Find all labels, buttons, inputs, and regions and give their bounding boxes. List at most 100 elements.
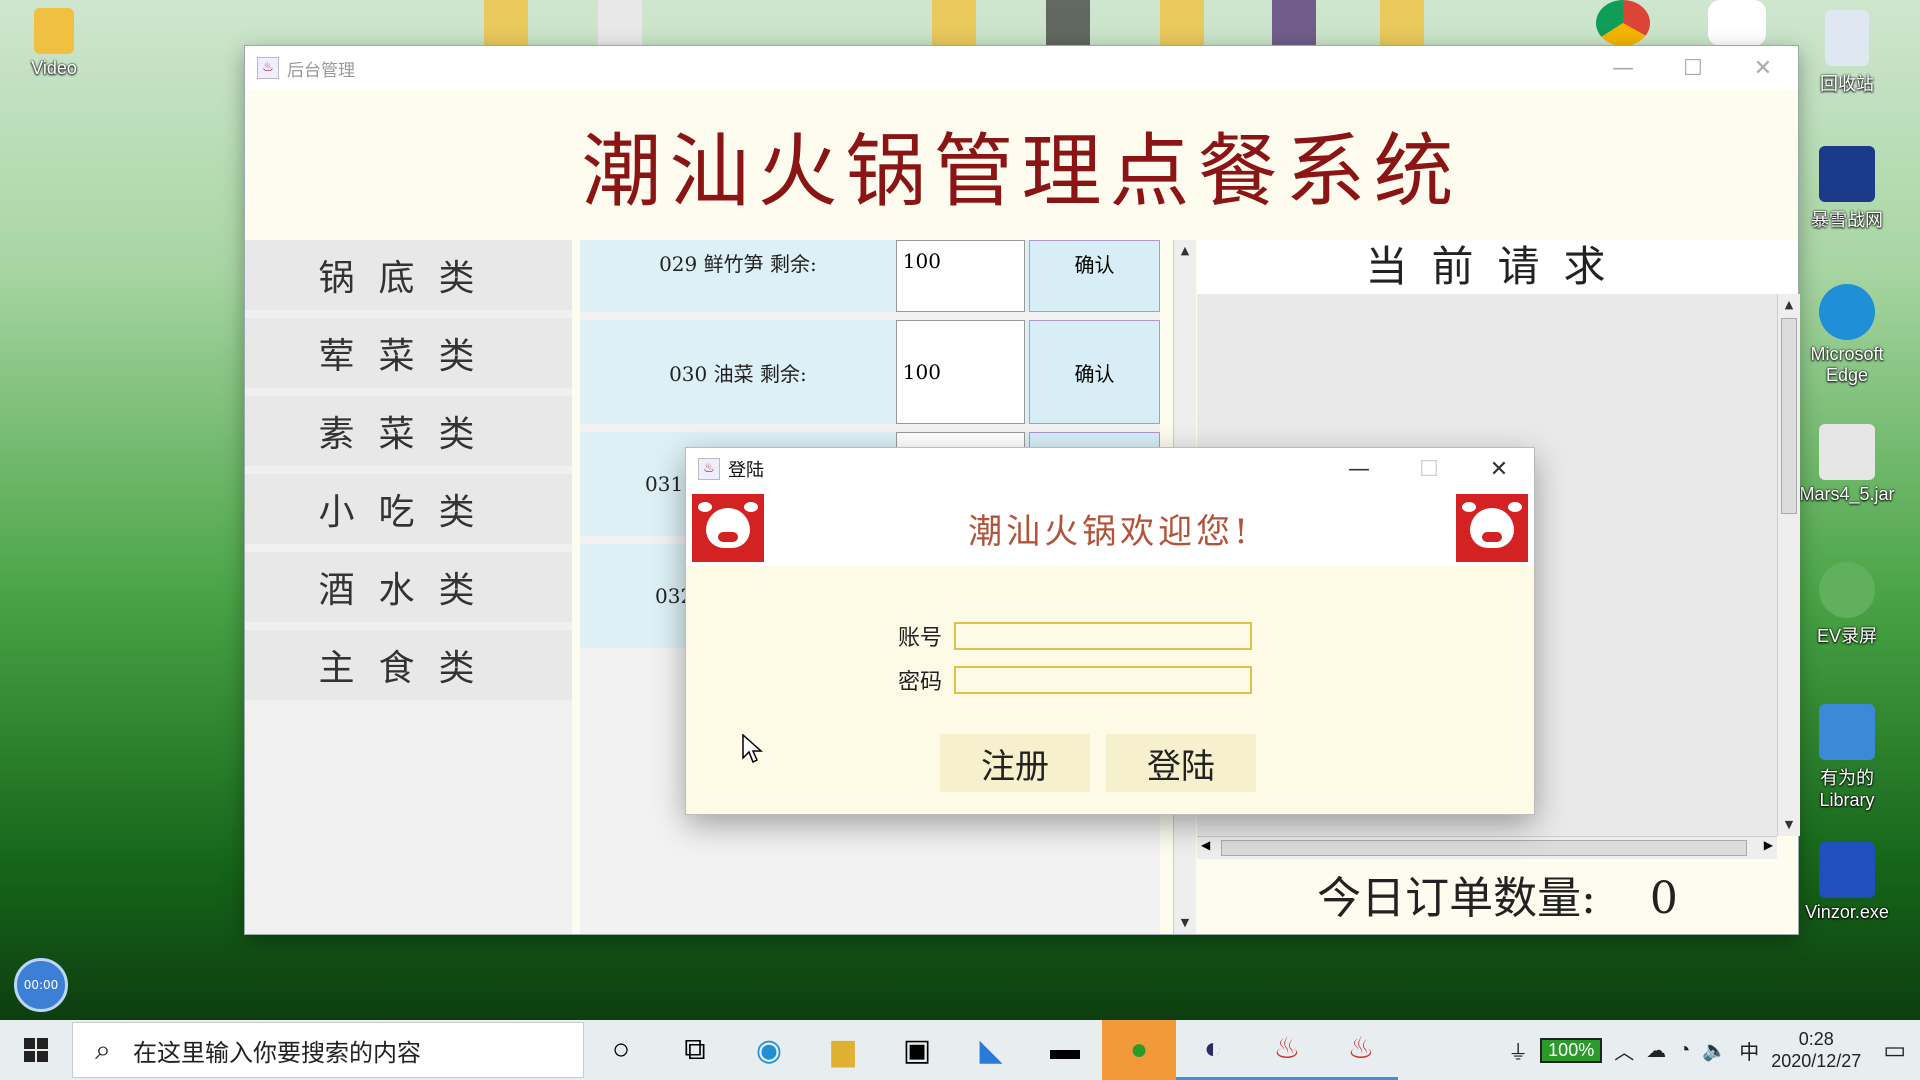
desktop-icon-label: 回收站 xyxy=(1820,74,1874,94)
java-icon: ♨ xyxy=(257,57,279,79)
request-panel-hscrollbar[interactable]: ◀ ▶ xyxy=(1197,836,1777,859)
desktop-icon-library[interactable]: 有为的 Library xyxy=(1797,704,1897,811)
desktop-icon-label: 暴雪战网 xyxy=(1811,210,1883,230)
desktop-top-stub-4[interactable] xyxy=(1046,0,1090,46)
close-icon[interactable]: ✕ xyxy=(1464,457,1534,482)
minimize-icon[interactable]: — xyxy=(1588,56,1658,81)
baidu-netdisk-icon[interactable] xyxy=(1708,0,1766,46)
login-dialog-titlebar[interactable]: ♨ 登陆 — ☐ ✕ xyxy=(686,448,1534,490)
java-app-icon[interactable]: ♨ xyxy=(1250,1020,1324,1080)
scroll-right-icon[interactable]: ▶ xyxy=(1764,838,1773,852)
welcome-header: 潮汕火锅欢迎您! xyxy=(686,490,1534,566)
main-window-titlebar[interactable]: ♨ 后台管理 — ☐ ✕ xyxy=(245,46,1798,90)
file-explorer-icon[interactable]: ▆ xyxy=(806,1020,880,1080)
desktop-icon-label: Microsoft Edge xyxy=(1810,344,1884,385)
terminal-icon[interactable]: ▬ xyxy=(1028,1020,1102,1080)
confirm-button[interactable]: 确认 xyxy=(1028,320,1160,424)
scroll-up-icon[interactable]: ▲ xyxy=(1174,240,1196,262)
orders-today: 今日订单数量: 0 xyxy=(1197,866,1798,932)
dish-quantity-input[interactable]: 100 xyxy=(895,320,1025,424)
vscode-icon[interactable]: ◣ xyxy=(954,1020,1028,1080)
dish-label: 029 鲜竹笋 剩余: xyxy=(659,252,817,276)
chevron-up-icon[interactable]: ︿ xyxy=(1614,1036,1634,1065)
taskbar-search[interactable]: ⌕ 在这里输入你要搜索的内容 xyxy=(72,1022,584,1078)
category-button[interactable]: 锅底类 xyxy=(245,240,572,310)
current-request-title: 当前请求 xyxy=(1197,240,1798,294)
category-button[interactable]: 酒水类 xyxy=(245,552,572,622)
wechat-icon[interactable]: ● xyxy=(1102,1020,1176,1080)
vinzor-icon xyxy=(1819,842,1875,898)
scrollbar-thumb[interactable] xyxy=(1221,840,1747,856)
desktop-top-stub-2[interactable] xyxy=(598,0,642,46)
category-button[interactable]: 素菜类 xyxy=(245,396,572,466)
windows-icon xyxy=(24,1038,48,1062)
scroll-up-icon[interactable]: ▲ xyxy=(1778,294,1800,316)
login-button[interactable]: 登陆 xyxy=(1106,734,1256,792)
desktop-icon-video[interactable]: Video xyxy=(4,8,104,79)
window-title: 后台管理 xyxy=(287,60,355,81)
login-dialog: ♨ 登陆 — ☐ ✕ 潮汕火锅欢迎您! 账号 密码 注册 登陆 xyxy=(686,448,1534,814)
maximize-icon[interactable]: ☐ xyxy=(1658,56,1728,81)
account-label: 账号 xyxy=(897,626,942,651)
desktop-icon-battlenet[interactable]: 暴雪战网 xyxy=(1797,146,1897,232)
welcome-text: 潮汕火锅欢迎您! xyxy=(968,511,1252,552)
folder-icon xyxy=(34,8,74,54)
scroll-down-icon[interactable]: ▼ xyxy=(1174,912,1196,934)
desktop-icon-mars[interactable]: Mars4_5.jar xyxy=(1797,424,1897,505)
scrollbar-thumb[interactable] xyxy=(1781,318,1797,514)
store-icon[interactable]: ▣ xyxy=(880,1020,954,1080)
java-app-icon[interactable]: ♨ xyxy=(1324,1020,1398,1080)
desktop-top-stub-3[interactable] xyxy=(932,0,976,46)
recycle-bin-icon xyxy=(1825,10,1869,66)
desktop-icon-label: 有为的 Library xyxy=(1819,768,1875,810)
desktop-icon-label: Mars4_5.jar xyxy=(1799,484,1895,504)
battery-indicator[interactable]: 100% xyxy=(1540,1037,1603,1063)
power-plug-icon[interactable]: ⏚ xyxy=(1508,1036,1528,1065)
category-button[interactable]: 主食类 xyxy=(245,630,572,700)
task-view-icon[interactable]: ⧉ xyxy=(658,1020,732,1080)
dish-row: 029 鲜竹笋 剩余: 100 确认 xyxy=(580,240,1160,312)
maximize-icon[interactable]: ☐ xyxy=(1394,457,1464,482)
desktop-icon-ev[interactable]: EV录屏 xyxy=(1797,562,1897,648)
scroll-left-icon[interactable]: ◀ xyxy=(1201,838,1210,852)
category-button[interactable]: 荤菜类 xyxy=(245,318,572,388)
edge-icon[interactable]: ◉ xyxy=(732,1020,806,1080)
category-button[interactable]: 小吃类 xyxy=(245,474,572,544)
register-button[interactable]: 注册 xyxy=(940,734,1090,792)
chrome-icon[interactable] xyxy=(1596,0,1650,46)
bull-logo-icon xyxy=(692,494,764,562)
desktop-icon-label: Video xyxy=(31,58,77,78)
notification-icon[interactable]: ▭ xyxy=(1883,1036,1906,1065)
password-row: 密码 xyxy=(686,664,1252,696)
minimize-icon[interactable]: — xyxy=(1324,457,1394,482)
wifi-icon[interactable]: ◔ xyxy=(1678,1039,1690,1062)
clock-time: 0:28 xyxy=(1798,1029,1834,1049)
cortana-icon[interactable]: ○ xyxy=(584,1020,658,1080)
desktop-top-stub-5[interactable] xyxy=(1160,0,1204,46)
clock[interactable]: 0:28 2020/12/27 xyxy=(1771,1028,1861,1072)
desktop-top-stub-7[interactable] xyxy=(1380,0,1424,46)
desktop-icon-label: EV录屏 xyxy=(1816,626,1877,646)
recorder-timer[interactable]: 00:00 xyxy=(14,958,68,1012)
edge-icon xyxy=(1819,284,1875,340)
scroll-down-icon[interactable]: ▼ xyxy=(1778,814,1800,836)
password-input[interactable] xyxy=(954,666,1252,694)
volume-icon[interactable]: 🔈 xyxy=(1702,1038,1727,1063)
desktop-icon-label: Vinzor.exe xyxy=(1805,902,1889,922)
desktop-top-stub-1[interactable] xyxy=(484,0,528,46)
desktop-top-stub-6[interactable] xyxy=(1272,0,1316,46)
mouse-cursor-icon xyxy=(742,734,763,764)
close-icon[interactable]: ✕ xyxy=(1728,56,1798,81)
eclipse-icon[interactable]: ◐ xyxy=(1176,1020,1250,1080)
onedrive-icon[interactable]: ☁ xyxy=(1646,1038,1666,1063)
account-input[interactable] xyxy=(954,622,1252,650)
ime-indicator[interactable]: 中 xyxy=(1739,1036,1759,1065)
desktop-icon-recycle-bin[interactable]: 回收站 xyxy=(1797,10,1897,96)
start-button[interactable] xyxy=(0,1020,72,1080)
desktop-icon-edge[interactable]: Microsoft Edge xyxy=(1797,284,1897,386)
confirm-button[interactable]: 确认 xyxy=(1028,240,1160,312)
dish-quantity-input[interactable]: 100 xyxy=(895,240,1025,312)
dialog-title: 登陆 xyxy=(728,460,764,481)
desktop-icon-vinzor[interactable]: Vinzor.exe xyxy=(1797,842,1897,923)
request-panel-scrollbar[interactable]: ▲ ▼ xyxy=(1777,294,1800,836)
